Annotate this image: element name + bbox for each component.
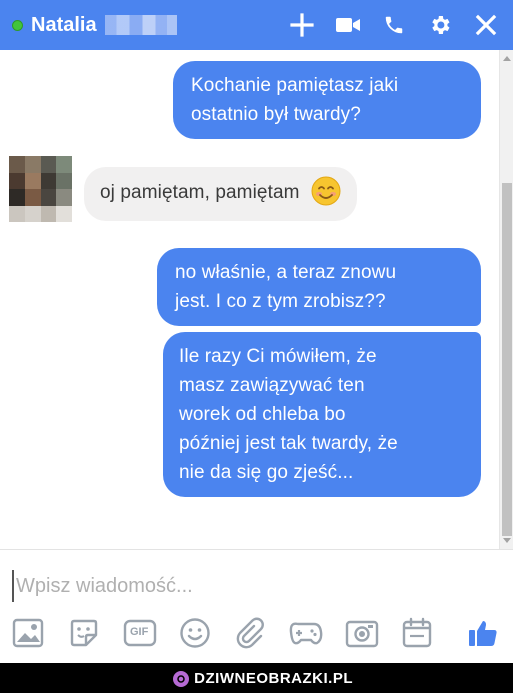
video-call-icon[interactable] <box>335 12 361 38</box>
chat-header: Natalia <box>0 0 513 50</box>
scrollbar[interactable] <box>499 50 513 549</box>
contact-name[interactable]: Natalia <box>31 14 97 37</box>
phone-call-icon[interactable] <box>381 12 407 38</box>
outgoing-message[interactable]: Kochanie pamiętasz jaki ostatnio był twa… <box>173 61 481 139</box>
message-line: Ile razy Ci mówiłem, że <box>179 346 377 367</box>
smiling-face-icon <box>311 176 341 206</box>
message-text: oj pamiętam, pamiętam <box>100 182 300 204</box>
attachment-icon[interactable] <box>232 615 268 651</box>
scrollbar-thumb[interactable] <box>502 183 512 536</box>
calendar-icon[interactable] <box>399 615 435 651</box>
close-icon[interactable] <box>473 12 499 38</box>
incoming-message[interactable]: oj pamiętam, pamiętam <box>84 167 357 221</box>
message-line: masz zawiązywać ten <box>179 375 365 396</box>
sticker-icon[interactable] <box>66 615 102 651</box>
like-icon[interactable] <box>465 615 501 651</box>
message-line: worek od chleba bo <box>179 404 346 425</box>
online-status-dot <box>12 19 23 31</box>
game-icon[interactable] <box>288 615 324 651</box>
gear-icon[interactable] <box>427 12 453 38</box>
contact-avatar[interactable] <box>9 156 72 222</box>
gif-icon[interactable]: GIF <box>122 615 158 651</box>
outgoing-message[interactable]: no właśnie, a teraz znowu jest. I co z t… <box>157 248 481 326</box>
message-input[interactable] <box>12 570 492 602</box>
composer: GIF <box>0 549 513 663</box>
add-person-icon[interactable] <box>289 12 315 38</box>
message-line: później jest tak twardy, że <box>179 433 398 454</box>
watermark-text: DZIWNEOBRAZKI.PL <box>194 670 353 687</box>
message-line: Kochanie pamiętasz jaki <box>191 75 399 96</box>
message-line: ostatnio był twardy? <box>191 104 361 125</box>
outgoing-message[interactable]: Ile razy Ci mówiłem, że masz zawiązywać … <box>163 332 481 497</box>
message-line: jest. I co z tym zrobisz?? <box>175 291 386 312</box>
camera-icon[interactable] <box>344 615 380 651</box>
watermark: DZIWNEOBRAZKI.PL <box>173 670 353 687</box>
gif-label: GIF <box>130 626 149 638</box>
watermark-logo-icon <box>173 670 190 687</box>
composer-toolbar: GIF <box>10 613 505 653</box>
image-icon[interactable] <box>10 615 46 651</box>
scroll-down-arrow-icon[interactable] <box>503 538 511 543</box>
scroll-up-arrow-icon[interactable] <box>503 56 511 61</box>
message-line: nie da się go zjeść... <box>179 462 354 483</box>
message-line: no właśnie, a teraz znowu <box>175 262 397 283</box>
blurred-surname <box>104 15 177 35</box>
emoji-icon[interactable] <box>177 615 213 651</box>
watermark-bar: DZIWNEOBRAZKI.PL <box>0 663 513 693</box>
